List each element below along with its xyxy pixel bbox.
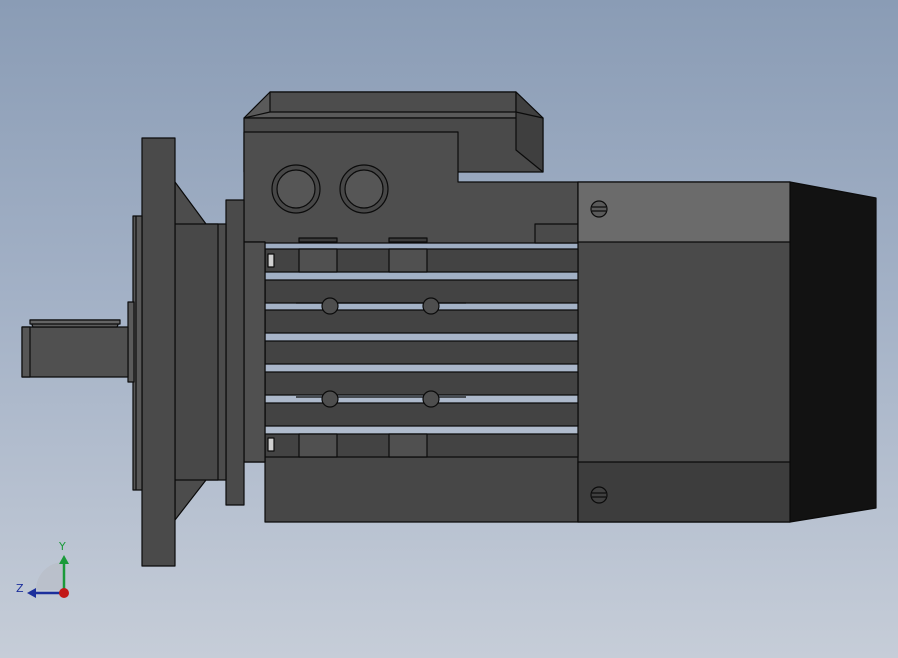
x-axis-dot-icon: [59, 588, 69, 598]
z-axis-label: Z: [16, 582, 24, 595]
cad-viewport[interactable]: Y Z: [0, 0, 898, 658]
z-axis-arrow-icon: [27, 588, 36, 598]
y-axis-arrow-icon: [59, 555, 69, 564]
axis-triad: [27, 555, 69, 598]
triad-backdrop-icon: [36, 562, 64, 590]
y-axis-label: Y: [59, 540, 66, 553]
